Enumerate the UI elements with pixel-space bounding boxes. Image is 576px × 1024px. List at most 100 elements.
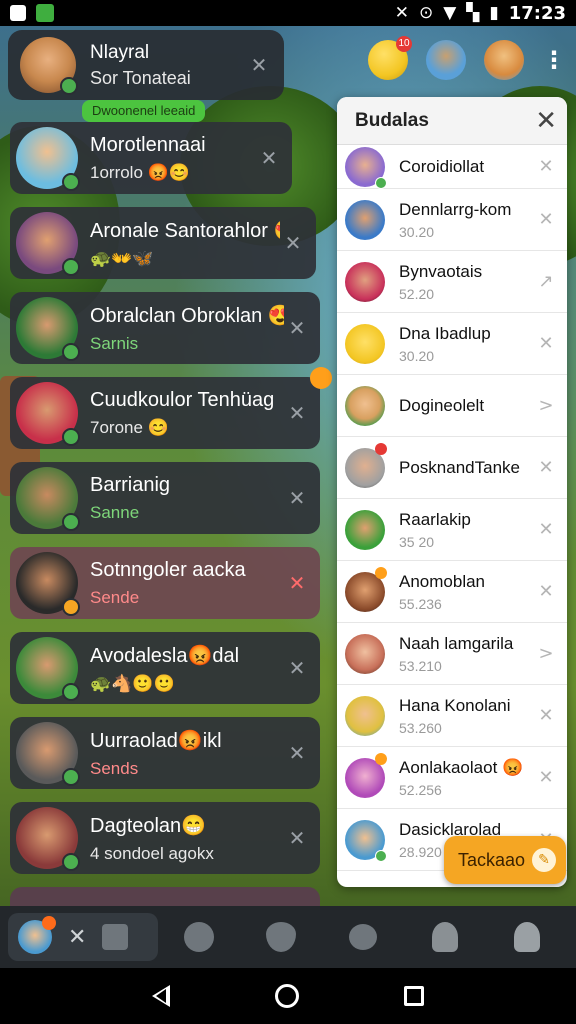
dismiss-icon[interactable]: ✕ [537,333,555,354]
face [345,199,385,240]
avatar [345,323,385,364]
buddies-header: Budalas ✕ [337,97,567,145]
close-icon[interactable]: ✕ [284,656,310,680]
online-indicator [62,598,80,616]
open-icon[interactable]: ↗ [537,271,555,292]
list-item[interactable]: Uurraolad😡ikl Sends ✕ [10,717,320,789]
list-item-name: Dagteolan😁 [90,814,207,837]
close-icon[interactable]: ✕ [284,401,310,425]
shield-icon [266,922,296,952]
avatar [16,127,80,191]
buddy-row[interactable]: Hana Konolani 53.260 ✕ [337,685,567,747]
buddies-title: Budalas [355,109,429,131]
buddy-number: 55.236 [399,595,442,612]
dismiss-icon[interactable]: ✕ [537,457,555,478]
home-icon[interactable] [274,984,299,1008]
online-indicator [62,173,80,191]
list-item[interactable]: Obralclan Obroklan 😍 Sarnis ✕ [10,292,320,364]
close-icon[interactable]: ✕ [256,146,282,170]
buddy-row[interactable]: Dna Ibadlup 30.20 ✕ [337,313,567,375]
emoji-face-icon[interactable]: 10 [368,36,412,80]
back-icon[interactable] [152,985,171,1007]
close-icon[interactable]: ✕ [280,231,306,255]
dismiss-icon[interactable]: ✕ [537,705,555,726]
house-avatar-icon[interactable] [484,40,524,80]
buddy-row[interactable]: Bynvaotais 52.20 ↗ [337,251,567,313]
top-icons: 10 ⋮ [368,36,566,80]
chevron-right-icon[interactable]: > [537,395,555,416]
person-icon [432,922,458,952]
tab-shield[interactable] [240,922,322,952]
close-icon[interactable]: ✕ [284,316,310,340]
app-notification-icon [10,5,26,21]
buddy-name: Hana Konolani [399,695,511,715]
tab-active-chat[interactable]: ✕ [8,913,158,961]
face [345,509,385,550]
buddy-name: Dennlarrg-kom [399,199,512,219]
avatar [345,695,385,736]
avatar [345,633,385,674]
avatar [16,637,80,701]
buddy-name: Aonlakaolaot 😡 [399,757,524,777]
chevron-right-icon[interactable]: > [537,643,555,664]
list-item[interactable]: Sotnngoler aacka Sende ✕ [10,547,320,619]
avatar [16,467,80,531]
list-item-name: Uurraolad😡ikl [90,729,222,752]
list-item[interactable]: Cuudkoulor Tenhüag 7orone 😊 ✕ [10,367,332,449]
cards-icon [349,924,377,950]
notification-badge: 10 [396,36,412,52]
buddy-row[interactable]: Raarlakip 35 20 ✕ [337,499,567,561]
avatar [345,385,385,426]
close-icon[interactable]: ✕ [284,486,310,510]
buddy-row[interactable]: Naah lamgarila 53.210 > [337,623,567,685]
buddy-row[interactable]: Aonlakaolaot 😡 52.256 ✕ [337,747,567,809]
tab-cards[interactable] [322,924,404,950]
recent-apps-icon[interactable] [403,986,424,1006]
buddy-row[interactable]: PosknandTanke ✕ [337,437,567,499]
face [345,633,385,674]
list-item[interactable]: Aronale Santorahlor 😍 🐢👐🦋 ✕ [10,207,316,279]
list-item[interactable]: Barrianig Sanne ✕ [10,462,320,534]
face [345,323,385,364]
list-item[interactable]: Dagteolan😁 4 sondoel agokx ✕ [10,802,320,874]
tab-profile[interactable] [486,922,568,952]
buddy-number: 30.20 [399,347,435,364]
dismiss-icon[interactable]: ✕ [537,209,555,230]
close-icon[interactable]: ✕ [246,53,272,77]
close-icon[interactable]: ✕ [284,741,310,765]
dismiss-icon[interactable]: ✕ [537,767,555,788]
buddy-number: 53.210 [399,657,442,674]
close-icon[interactable]: ✕ [535,106,557,136]
buddy-row[interactable]: Coroidiollat ✕ [337,145,567,189]
avatar [345,819,387,862]
avatar [345,261,385,302]
buddy-row[interactable]: Anomoblan 55.236 ✕ [337,561,567,623]
online-indicator [62,768,80,786]
notification-badge-icon [375,753,387,765]
dismiss-icon[interactable]: ✕ [537,519,555,540]
tab-friends[interactable] [404,922,486,952]
dismiss-icon[interactable]: ✕ [537,156,555,177]
explore-icon [184,922,214,952]
list-item-meta: Sende [90,587,140,607]
close-icon[interactable]: ✕ [284,826,310,850]
tab-explore[interactable] [158,922,240,952]
close-icon[interactable]: ✕ [68,925,86,950]
floating-action-button[interactable]: Tackaao ✎ [444,836,566,884]
list-item[interactable]: Avodalesla😡dal 🐢🐴🙂🙂 ✕ [10,632,320,704]
list-item[interactable]: Morotlennaai 1orrolo 😡😊 ✕ [10,122,292,194]
status-tag: Dwoonenel leeaid [82,100,206,122]
dismiss-icon[interactable]: ✕ [537,581,555,602]
list-item-name: Aronale Santorahlor 😍 [90,219,280,242]
profile-avatar-icon[interactable] [426,40,466,80]
buddy-row[interactable]: Dennlarrg-kom 30.20 ✕ [337,189,567,251]
buddy-name: Coroidiollat [399,156,485,176]
top-notification-card[interactable]: Nlayral Sor Tonateai ✕ [8,30,284,100]
close-icon[interactable]: ✕ [284,571,310,595]
trash-icon[interactable] [102,924,129,950]
buddy-row[interactable]: Dogineolelt > [337,375,567,437]
notification-badge-icon [375,443,387,455]
status-time: 17:23 [508,2,566,24]
buddy-name: Anomoblan [399,571,486,591]
more-options-icon[interactable]: ⋮ [542,46,566,74]
